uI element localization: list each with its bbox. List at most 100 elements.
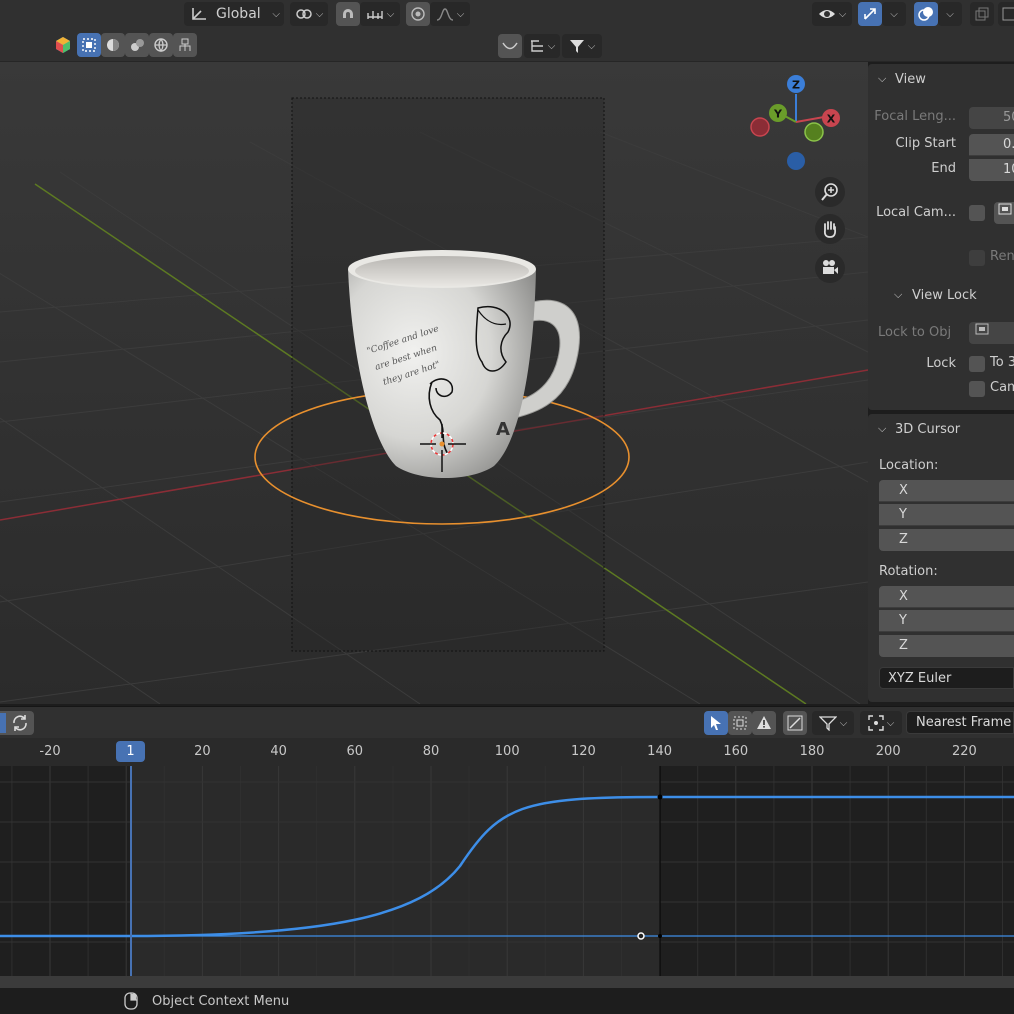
lock-camera-label: Cam [990,380,1014,395]
chevron-down-icon: ⌵ [386,8,395,20]
lock-to-3d-cursor-checkbox[interactable] [969,356,985,372]
curve-visibility-toggle[interactable] [498,34,522,58]
filter-funnel-icon [818,716,837,731]
cursor-location-label: Location: [879,458,939,473]
curve-icon [502,42,518,50]
lock-to-object-field[interactable] [969,322,1014,344]
cursor-rotation-x-field[interactable]: X [879,586,1014,608]
chevron-down-icon: ⌵ [547,40,556,52]
falloff-dropdown[interactable]: ⌵ [430,2,470,26]
gizmo-neg-z[interactable] [787,152,805,170]
gizmo-toggle[interactable] [858,2,882,26]
ruler-tick-label: 80 [422,744,440,759]
rendered-shading-button[interactable] [149,33,173,57]
show-hidden-toggle[interactable] [728,711,752,735]
filter-dropdown[interactable]: ⌵ [562,34,602,58]
visibility-dropdown[interactable]: ⌵ [812,2,852,26]
lock-to-3d-cursor-label: To 3 [990,355,1014,370]
lock-to-object-label: Lock to Obj [878,325,952,340]
xray-toggle[interactable] [970,2,994,26]
chevron-down-icon: ⌵ [839,717,848,729]
ruler-tick-label: 120 [570,744,596,759]
eye-icon [818,10,835,18]
clip-end-field[interactable]: 10 [969,159,1014,181]
pan-view-button[interactable] [815,214,845,244]
editor-type-button[interactable] [52,33,74,57]
chevron-down-icon[interactable]: ⌵ [894,288,902,302]
transform-orientation-dropdown[interactable]: Global ⌵ [184,2,284,26]
transform-orientation-label: Global [216,6,261,22]
keyframe-point[interactable] [657,794,663,800]
person-tree-icon [179,38,191,51]
graph-editor-header: ⌵ ⌵ [0,706,1014,738]
gizmo-dropdown[interactable]: ⌵ [882,2,906,26]
3d-viewport[interactable]: "Coffee and love are best when they are … [0,62,868,704]
pivot-point-dropdown[interactable]: ⌵ [290,2,328,26]
snap-target-dropdown[interactable]: ⌵ [360,2,400,26]
shading-wireframe-button[interactable] [998,2,1014,26]
overlays-dropdown[interactable]: ⌵ [938,2,962,26]
snap-mode-dropdown[interactable]: Nearest Frame [906,711,1014,734]
ruler-tick-label: 100 [494,744,520,759]
camera-view-button[interactable] [815,253,845,283]
overlays-toggle[interactable] [914,2,938,26]
material-shading-button[interactable] [125,33,149,57]
local-camera-picker[interactable] [994,202,1014,224]
view-panel-title[interactable]: View [895,72,926,87]
snap-toggle[interactable] [336,2,360,26]
graph-editor-scrollbar[interactable] [0,976,1014,988]
clip-start-field[interactable]: 0. [969,134,1014,156]
chevron-down-icon[interactable]: ⌵ [878,422,886,436]
filters-dropdown[interactable]: ⌵ [812,711,854,735]
3d-cursor-panel-title[interactable]: 3D Cursor [895,422,960,437]
graph-editor-canvas[interactable] [0,766,1014,976]
rotation-mode-dropdown[interactable]: XYZ Euler [879,667,1014,689]
zoom-view-button[interactable] [815,177,845,207]
cursor-location-y-field[interactable]: Y [879,504,1014,526]
ruler-tick-label: 20 [194,744,211,759]
fcurve-canvas [0,766,1014,976]
display-filter-dropdown[interactable]: ⌵ [524,34,560,58]
select-region-icon [733,716,747,730]
list-hierarchy-icon [530,40,543,52]
keyframe-handle[interactable] [637,932,645,940]
filter-objects-button[interactable] [173,33,197,57]
cursor-rotation-y-field[interactable]: Y [879,610,1014,632]
only-selected-toggle[interactable] [704,711,728,735]
auto-normalize-toggle[interactable] [0,711,34,735]
focal-length-field[interactable]: 50 [969,107,1014,129]
orientation-axes-icon [192,8,206,20]
object-mode-selectable-toggle[interactable] [77,33,101,57]
cursor-rotation-z-field[interactable]: Z [879,635,1014,657]
normalize-toggle[interactable] [783,711,807,735]
view-lock-title[interactable]: View Lock [912,288,977,303]
chevron-down-icon: ⌵ [886,717,895,729]
current-frame-indicator[interactable]: 1 [116,741,145,762]
proportional-editing-toggle[interactable] [406,2,430,26]
pivot-link-icon [295,9,312,19]
lock-camera-checkbox[interactable] [969,381,985,397]
status-hint: Object Context Menu [152,994,290,1009]
zoom-magnifier-icon [821,183,838,201]
keyframe-point[interactable] [658,934,662,938]
cursor-location-x-field[interactable]: X [879,480,1014,502]
gizmo-y-label: Y [773,108,783,121]
material-spheres-icon [131,39,144,51]
gizmo-neg-x[interactable] [750,117,770,137]
chevron-down-icon: ⌵ [838,8,847,20]
chevron-down-icon[interactable]: ⌵ [878,72,886,86]
xray-icon [975,7,989,21]
navigation-gizmo[interactable]: Z X Y [750,75,840,170]
viewport-canvas: "Coffee and love are best when they are … [0,75,868,704]
local-camera-label: Local Cam... [876,205,956,220]
sidebar-n-panel: ⌵ View Focal Leng... 50 Clip Start 0. En… [868,62,1014,704]
chevron-down-icon: ⌵ [587,40,596,52]
only-errors-toggle[interactable] [752,711,776,735]
render-region-checkbox[interactable] [969,250,985,266]
gizmo-neg-y[interactable] [804,122,824,142]
cursor-location-z-field[interactable]: Z [879,529,1014,551]
solid-shading-button[interactable] [101,33,125,57]
local-camera-checkbox[interactable] [969,205,985,221]
pivot-point-dropdown[interactable]: ⌵ [860,711,902,735]
camera-object-icon [998,203,1012,215]
